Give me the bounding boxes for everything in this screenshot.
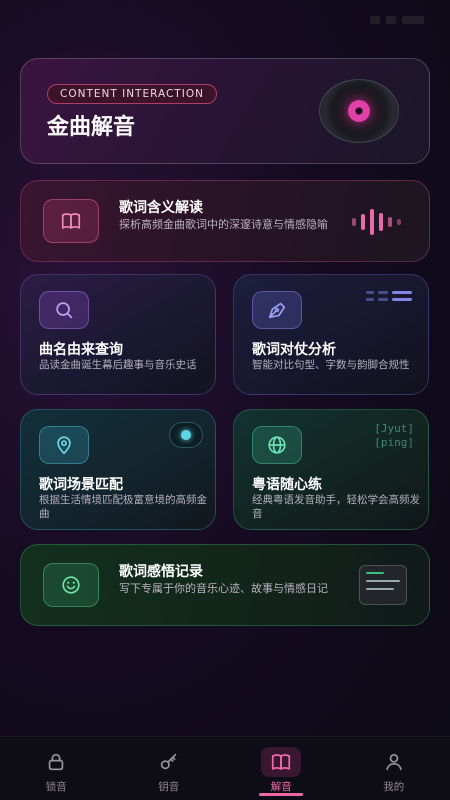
tab-label: 钥音 xyxy=(158,781,180,793)
location-pin-icon xyxy=(39,426,89,464)
journal-note-icon xyxy=(359,565,407,605)
tab-label: 解音 xyxy=(270,781,292,793)
feature-title: 歌词场景匹配 xyxy=(39,477,123,493)
feature-card-title-origin[interactable]: 曲名由来查询 品读金曲诞生幕后趣事与音乐史话 xyxy=(20,274,216,395)
toggle-dot-icon xyxy=(169,422,203,448)
feature-desc: 探析高频金曲歌词中的深邃诗意与情感隐喻 xyxy=(119,218,328,231)
smile-icon xyxy=(43,563,99,607)
lock-icon xyxy=(36,747,76,777)
feature-title: 粤语随心练 xyxy=(252,477,322,493)
feature-card-lyrics-meaning[interactable]: 歌词含义解读 探析高频金曲歌词中的深邃诗意与情感隐喻 xyxy=(20,180,430,262)
feature-desc: 品读金曲诞生幕后趣事与音乐史话 xyxy=(39,359,197,371)
feature-desc: 经典粤语发音助手，轻松学会高频发音 xyxy=(252,494,420,520)
signal-icon xyxy=(370,16,380,24)
feature-desc: 写下专属于你的音乐心迹、故事与情感日记 xyxy=(119,582,328,595)
vinyl-center xyxy=(348,100,370,122)
wifi-icon xyxy=(386,16,396,24)
key-icon xyxy=(149,747,189,777)
tab-key[interactable]: 钥音 xyxy=(113,737,226,800)
tab-lock[interactable]: 锁音 xyxy=(0,737,113,800)
hero-banner: CONTENT INTERACTION 金曲解音 xyxy=(20,58,430,164)
text-lines-icon xyxy=(366,291,412,305)
audio-bars-icon xyxy=(352,209,401,235)
pen-nib-icon xyxy=(252,291,302,329)
battery-icon xyxy=(402,16,424,24)
tab-decode[interactable]: 解音 xyxy=(225,737,338,800)
feature-card-lyrics-journal[interactable]: 歌词感悟记录 写下专属于你的音乐心迹、故事与情感日记 xyxy=(20,544,430,626)
feature-desc: 智能对比句型、字数与韵脚合规性 xyxy=(252,359,410,371)
feature-desc: 根据生活情境匹配极富意境的高频金曲 xyxy=(39,494,207,520)
hero-badge: CONTENT INTERACTION xyxy=(47,84,217,104)
feature-card-cantonese[interactable]: [Jyut] [ping] 粤语随心练 经典粤语发音助手，轻松学会高频发音 xyxy=(233,409,429,530)
book-icon xyxy=(261,747,302,777)
search-icon xyxy=(39,291,89,329)
tab-profile[interactable]: 我的 xyxy=(338,737,450,800)
feature-title: 歌词含义解读 xyxy=(119,200,203,216)
vinyl-record-icon xyxy=(319,79,399,143)
book-icon xyxy=(43,199,99,243)
feature-title: 歌词对仗分析 xyxy=(252,342,336,358)
feature-card-scene-match[interactable]: 歌词场景匹配 根据生活情境匹配极富意境的高频金曲 xyxy=(20,409,216,530)
user-icon xyxy=(374,747,414,777)
page-title: 金曲解音 xyxy=(47,115,136,140)
feature-title: 曲名由来查询 xyxy=(39,342,123,358)
feature-card-parallelism[interactable]: 歌词对仗分析 智能对比句型、字数与韵脚合规性 xyxy=(233,274,429,395)
jyutping-deco: [Jyut] [ping] xyxy=(374,422,414,449)
bottom-tab-bar: 锁音 钥音 解音 我的 xyxy=(0,736,450,800)
tab-label: 我的 xyxy=(383,781,405,793)
tab-label: 锁音 xyxy=(45,781,67,793)
globe-icon xyxy=(252,426,302,464)
feature-title: 歌词感悟记录 xyxy=(119,564,203,580)
status-bar xyxy=(0,0,450,40)
